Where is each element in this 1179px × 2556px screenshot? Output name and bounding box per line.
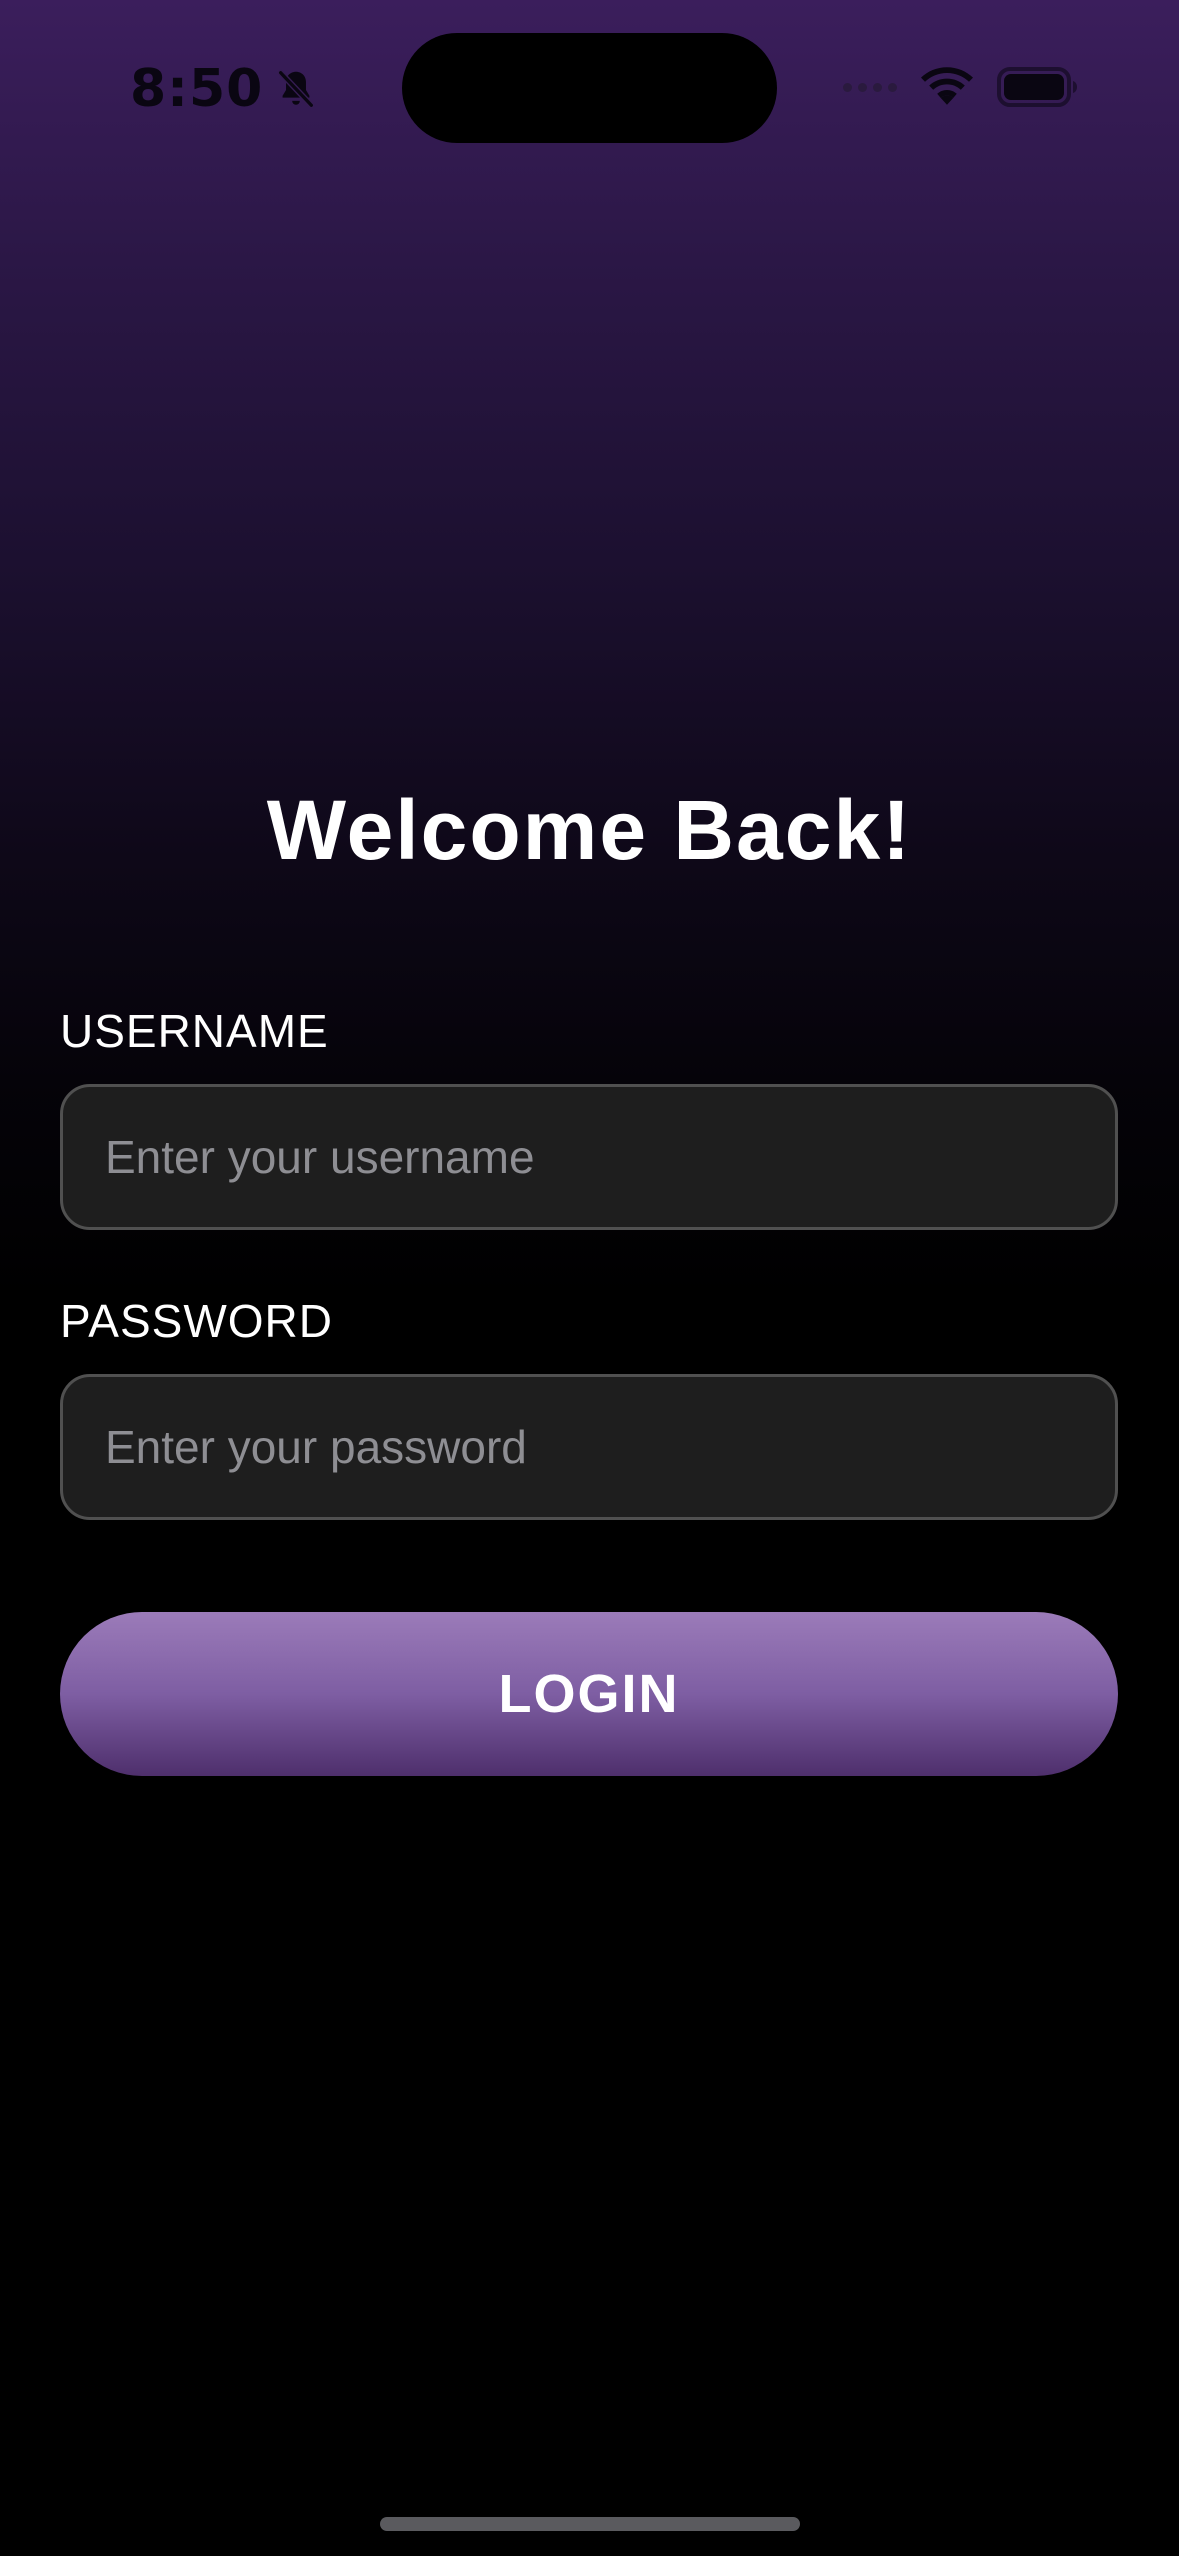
status-bar-left: 8:50 <box>130 54 319 124</box>
username-label: USERNAME <box>60 1005 329 1057</box>
bell-slash-icon <box>277 69 315 109</box>
status-bar-right <box>843 62 1079 112</box>
username-input[interactable] <box>60 1084 1118 1230</box>
wifi-icon <box>921 67 973 105</box>
dynamic-island <box>402 33 777 143</box>
page-title: Welcome Back! <box>266 783 913 877</box>
battery-icon <box>997 67 1077 107</box>
home-indicator[interactable] <box>380 2517 800 2531</box>
password-input[interactable] <box>60 1374 1118 1520</box>
login-button[interactable]: LOGIN <box>60 1612 1118 1776</box>
password-label: PASSWORD <box>60 1295 333 1347</box>
status-time: 8:50 <box>130 59 264 119</box>
cellular-signal-icon <box>843 82 897 92</box>
